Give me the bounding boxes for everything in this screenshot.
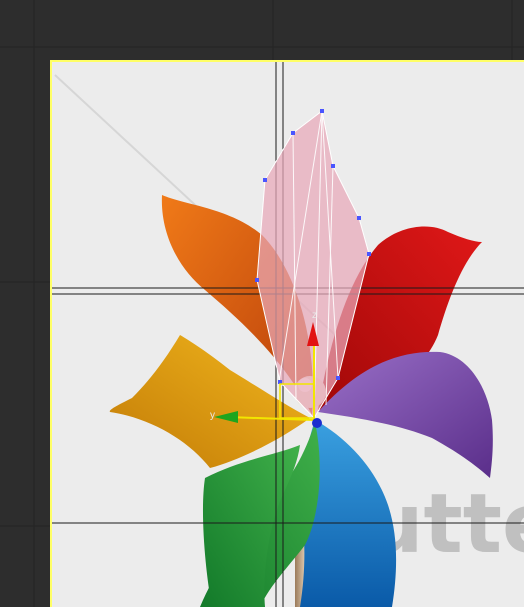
vertex-handle[interactable] xyxy=(367,252,371,256)
viewport-perspective[interactable]: shutter xyxy=(0,0,524,607)
vertex-handle[interactable] xyxy=(255,278,259,282)
gizmo-y-label: y xyxy=(210,410,215,421)
vertex-handle[interactable] xyxy=(331,164,335,168)
viewport-canvas[interactable]: shutter xyxy=(0,0,524,607)
gizmo-pivot[interactable] xyxy=(312,418,322,428)
vertex-handle[interactable] xyxy=(336,376,340,380)
vertex-handle[interactable] xyxy=(263,178,267,182)
gizmo-z-label: z xyxy=(312,310,317,321)
vertex-handle[interactable] xyxy=(357,216,361,220)
vertex-handle[interactable] xyxy=(320,109,324,113)
vertex-handle[interactable] xyxy=(291,131,295,135)
